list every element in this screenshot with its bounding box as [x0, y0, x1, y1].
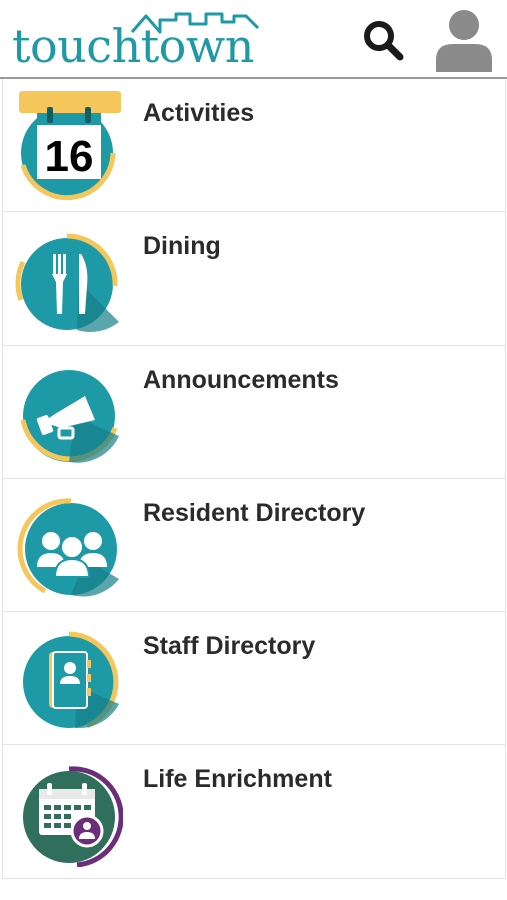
- menu-item-label: Announcements: [143, 365, 339, 394]
- megaphone-icon: [20, 369, 119, 463]
- menu-item-activities[interactable]: 16 Activities: [3, 79, 505, 213]
- menu-item-resident-directory[interactable]: Resident Directory: [3, 478, 505, 613]
- menu-item-label: Activities: [143, 99, 255, 127]
- menu-item-life-enrichment[interactable]: Life Enrichment: [3, 745, 505, 879]
- user-avatar-icon: [436, 10, 492, 72]
- staff-notebook-icon: [23, 631, 119, 729]
- menu-item-dining[interactable]: Dining: [3, 212, 505, 346]
- menu-item-staff-directory[interactable]: Staff Directory: [3, 612, 505, 746]
- search-button[interactable]: [357, 14, 409, 66]
- calendar-16-icon: 16: [19, 91, 121, 201]
- people-group-icon: [17, 498, 119, 597]
- search-icon: [364, 21, 404, 61]
- fork-knife-icon: [15, 233, 119, 333]
- touchtown-logo[interactable]: touchtown: [12, 6, 260, 73]
- menu-item-label: Resident Directory: [143, 498, 366, 527]
- calendar-person-icon: [23, 766, 123, 868]
- main-menu: 16 Activities Dining Announcements Resid…: [2, 79, 506, 879]
- profile-button[interactable]: [433, 6, 495, 72]
- menu-item-label: Staff Directory: [143, 632, 316, 661]
- menu-item-label: Dining: [143, 232, 221, 261]
- menu-item-announcements[interactable]: Announcements: [3, 345, 505, 479]
- app-header: touchtown: [0, 0, 507, 79]
- logo-text: touchtown: [12, 19, 254, 73]
- menu-item-label: Life Enrichment: [143, 765, 332, 794]
- calendar-day-number: 16: [45, 132, 94, 181]
